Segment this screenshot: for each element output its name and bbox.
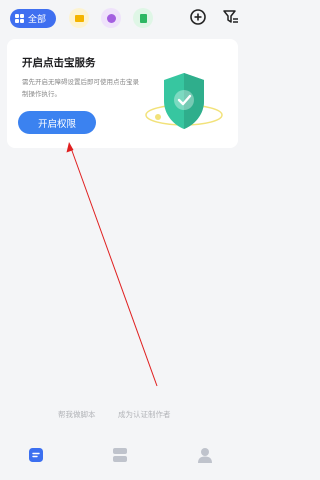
- service-card: 开启点击宝服务 需先开启无障碍设置后即可使用点击宝录制操作执行。 开启权限: [7, 39, 238, 148]
- user-icon[interactable]: [196, 446, 214, 464]
- shield-check-icon: [145, 73, 223, 129]
- top-bar: 全部: [0, 0, 247, 36]
- layers-icon[interactable]: [111, 446, 129, 464]
- category-cloud-button[interactable]: [101, 8, 121, 28]
- become-author-link[interactable]: 成为认证制作者: [118, 409, 171, 420]
- cloud-icon: [106, 13, 116, 23]
- help-make-script-link[interactable]: 帮我做脚本: [58, 409, 96, 420]
- card-description: 需先开启无障碍设置后即可使用点击宝录制操作执行。: [22, 78, 139, 98]
- category-folder-button[interactable]: [69, 8, 89, 28]
- open-permission-button[interactable]: 开启权限: [18, 111, 96, 134]
- bottom-tab-bar: [0, 438, 247, 480]
- add-circle-icon[interactable]: [189, 8, 207, 26]
- category-book-button[interactable]: [133, 8, 153, 28]
- book-icon: [139, 13, 147, 23]
- all-filter-chip[interactable]: 全部: [10, 9, 56, 28]
- all-chip-label: 全部: [28, 15, 47, 25]
- grid-icon: [15, 14, 24, 23]
- folder-icon: [74, 14, 84, 22]
- script-list-icon[interactable]: [27, 446, 45, 464]
- filter-icon[interactable]: [222, 8, 240, 26]
- card-title: 开启点击宝服务: [22, 57, 96, 69]
